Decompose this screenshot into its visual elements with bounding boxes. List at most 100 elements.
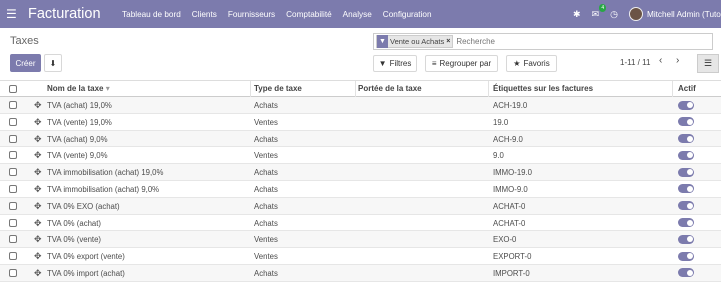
cell-tax-type: Achats [254, 218, 278, 228]
list-view-icon: ☰ [703, 58, 713, 68]
table-row[interactable]: ✥ TVA (vente) 9,0% Ventes 9.0 [0, 147, 721, 165]
user-name[interactable]: Mitchell Admin (Tuto [647, 10, 721, 19]
active-toggle[interactable] [678, 134, 694, 144]
header-type[interactable]: Type de taxe [254, 84, 302, 93]
cell-invoice-tag: ACHAT-0 [493, 201, 526, 211]
menu-configuration[interactable]: Configuration [377, 10, 437, 19]
cell-tax-type: Ventes [254, 151, 278, 161]
cell-invoice-tag: IMPORT-0 [493, 268, 530, 278]
active-toggle[interactable] [678, 251, 694, 261]
filters-button[interactable]: ▼ Filtres [373, 55, 417, 72]
table-row[interactable]: ✥ TVA (vente) 19,0% Ventes 19.0 [0, 114, 721, 131]
active-toggle[interactable] [678, 167, 694, 177]
menu-comptabilite[interactable]: Comptabilité [281, 10, 338, 19]
active-toggle[interactable] [678, 234, 694, 244]
header-active[interactable]: Actif [678, 84, 696, 93]
row-checkbox[interactable] [9, 252, 17, 261]
active-toggle[interactable] [678, 184, 694, 194]
filter-icon: ▼ [378, 59, 387, 68]
pager-next-icon[interactable]: › [676, 55, 679, 66]
table-row[interactable]: ✥ TVA immobilisation (achat) 19,0% Achats I… [0, 164, 721, 181]
search-input[interactable] [456, 37, 657, 46]
column-divider [355, 81, 356, 97]
drag-handle-icon[interactable]: ✥ [34, 268, 42, 279]
active-toggle[interactable] [678, 201, 694, 211]
cell-tax-type: Ventes [254, 117, 278, 127]
avatar[interactable] [629, 7, 643, 21]
row-checkbox[interactable] [9, 184, 17, 193]
header-scope[interactable]: Portée de la taxe [358, 84, 422, 93]
chat-icon[interactable]: ✉ 4 [592, 3, 607, 20]
table-row[interactable]: ✥ TVA 0% (achat) Achats ACHAT-0 [0, 215, 721, 232]
search-box[interactable]: ▼ Vente ou Achats × [373, 33, 713, 50]
menu-clients[interactable]: Clients [186, 10, 222, 19]
table-row[interactable]: ✥ TVA (achat) 9,0% Achats ACH-9.0 [0, 130, 721, 148]
active-toggle[interactable] [678, 218, 694, 228]
facet-close-icon[interactable]: × [446, 38, 452, 45]
cell-tax-name: TVA 0% (vente) [47, 235, 102, 245]
row-checkbox[interactable] [9, 101, 17, 109]
row-checkbox[interactable] [9, 117, 17, 126]
drag-handle-icon[interactable]: ✥ [34, 117, 42, 128]
apps-menu-icon[interactable]: ☰ [6, 7, 26, 21]
table-row[interactable]: ✥ TVA 0% import (achat) Achats IMPORT-0 [0, 264, 721, 282]
cell-invoice-tag: 9.0 [493, 151, 504, 161]
favorites-button[interactable]: ★ Favoris [506, 55, 557, 72]
menu-fournisseurs[interactable]: Fournisseurs [222, 10, 280, 19]
table-row[interactable]: ✥ TVA immobilisation (achat) 9,0% Achats IM… [0, 181, 721, 198]
table-body: ✥ TVA (achat) 19,0% Achats ACH-19.0 ✥ TVA (ve… [0, 97, 721, 282]
row-checkbox[interactable] [9, 218, 17, 227]
active-toggle[interactable] [678, 100, 694, 110]
column-divider [488, 81, 489, 97]
active-toggle[interactable] [678, 268, 694, 278]
groupby-button[interactable]: ≡ Regrouper par [425, 55, 498, 72]
row-checkbox[interactable] [9, 151, 17, 160]
drag-handle-icon[interactable]: ✥ [34, 218, 42, 229]
cell-tax-name: TVA (achat) 9,0% [47, 134, 108, 144]
active-toggle[interactable] [678, 117, 694, 127]
drag-handle-icon[interactable]: ✥ [34, 251, 42, 262]
clock-icon[interactable]: ◷ [610, 9, 618, 20]
cell-invoice-tag: IMMO-9.0 [493, 184, 528, 194]
create-button[interactable]: Créer [10, 54, 41, 72]
cell-tax-name: TVA (achat) 19,0% [47, 101, 112, 110]
header-name[interactable]: Nom de la taxe ▾ [47, 84, 110, 93]
row-checkbox[interactable] [9, 201, 17, 210]
facet-label: Vente ou Achats [390, 37, 445, 46]
drag-handle-icon[interactable]: ✥ [34, 167, 42, 178]
pager-previous-icon[interactable]: ‹ [659, 55, 662, 66]
select-all-checkbox[interactable] [9, 85, 17, 93]
pager-value[interactable]: 1-11 / 11 [620, 58, 650, 67]
table-header: Nom de la taxe ▾ Type de taxe Portée de … [0, 80, 721, 97]
drag-handle-icon[interactable]: ✥ [34, 201, 42, 212]
drag-handle-icon[interactable]: ✥ [34, 100, 42, 111]
table-row[interactable]: ✥ TVA 0% EXO (achat) Achats ACHAT-0 [0, 197, 721, 215]
list-view-button[interactable]: ☰ [697, 54, 719, 73]
cell-invoice-tag: IMMO-19.0 [493, 168, 532, 178]
table-row[interactable]: ✥ TVA 0% (vente) Ventes EXO-0 [0, 231, 721, 249]
row-checkbox[interactable] [9, 134, 17, 143]
row-checkbox[interactable] [9, 168, 17, 177]
bug-icon[interactable]: ✱ [573, 9, 581, 20]
row-checkbox[interactable] [9, 268, 17, 277]
drag-handle-icon[interactable]: ✥ [34, 234, 42, 245]
table-row[interactable]: ✥ TVA (achat) 19,0% Achats ACH-19.0 [0, 97, 721, 114]
download-icon: ⬇ [49, 58, 57, 68]
active-toggle[interactable] [678, 150, 694, 160]
table-row[interactable]: ✥ TVA 0% export (vente) Ventes EXPORT-0 [0, 248, 721, 265]
cell-invoice-tag: ACH-9.0 [493, 134, 523, 144]
header-tags[interactable]: Étiquettes sur les factures [493, 84, 593, 93]
menu-analyse[interactable]: Analyse [337, 10, 377, 19]
header-name-label: Nom de la taxe [47, 84, 104, 93]
cell-tax-type: Achats [254, 201, 278, 211]
cell-tax-name: TVA 0% EXO (achat) [47, 201, 120, 211]
drag-handle-icon[interactable]: ✥ [34, 134, 42, 145]
download-button[interactable]: ⬇ [44, 54, 62, 72]
cell-invoice-tag: 19.0 [493, 117, 509, 127]
row-checkbox[interactable] [9, 235, 17, 244]
drag-handle-icon[interactable]: ✥ [34, 184, 42, 195]
app-name[interactable]: Facturation [28, 6, 101, 22]
drag-handle-icon[interactable]: ✥ [34, 150, 42, 161]
chat-badge: 4 [599, 3, 607, 12]
menu-tableau-de-bord[interactable]: Tableau de bord [117, 10, 187, 19]
